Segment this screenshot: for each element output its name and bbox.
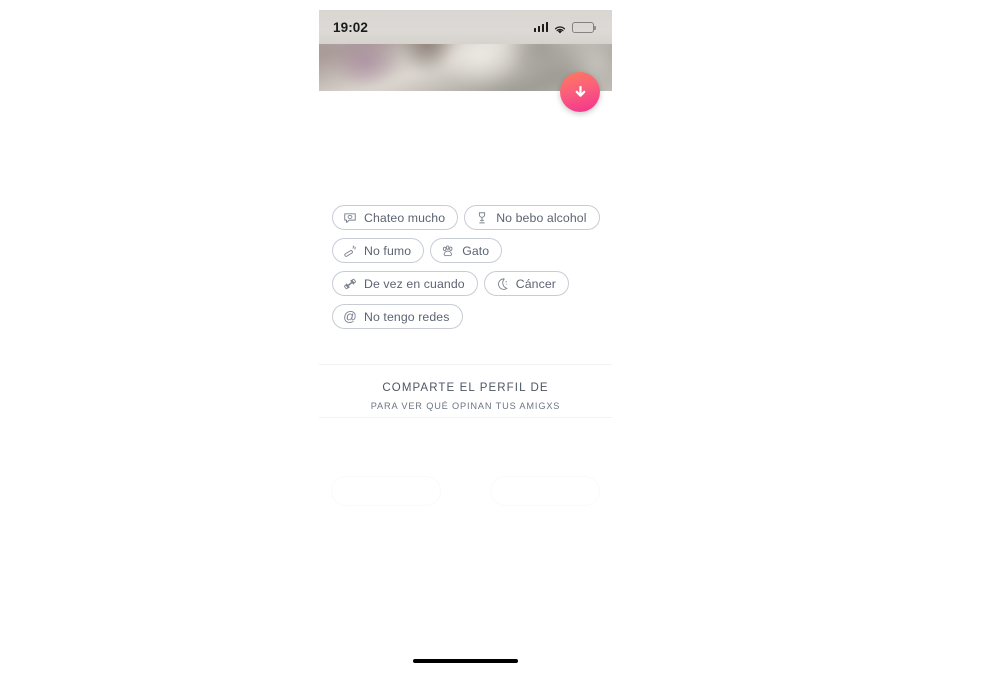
paw-print-icon [443,244,453,256]
tag-no-fumo[interactable]: No fumo [332,238,425,263]
tag-gato[interactable]: Gato [430,238,503,263]
arrow-down-icon [575,85,585,97]
status-bar: 19:02 [319,10,612,44]
wifi-icon [553,22,567,34]
section-divider-top [319,364,612,365]
tag-label: De vez en cuando [364,276,465,291]
moon-icon [497,277,508,290]
at-sign-icon: @ [343,308,357,324]
tag-cancer[interactable]: Cáncer [483,271,569,296]
dumbbell-icon [344,278,356,289]
tag-de-vez-en-cuando[interactable]: De vez en cuando [332,271,478,296]
share-profile-title: COMPARTE EL PERFIL DE [382,382,549,394]
clipped-action-button-left[interactable] [331,476,441,506]
clipped-action-buttons-row [319,476,612,506]
status-bar-icons [533,21,596,34]
clipped-action-button-right[interactable] [490,476,600,506]
cocktail-glass-icon [479,211,486,223]
tag-label: Cáncer [515,276,556,291]
profile-tags-list: Chateo mucho No bebo alcohol No fumo Gat… [332,205,600,329]
tag-label: Gato [462,243,490,258]
section-divider-bottom [319,417,612,418]
tag-no-tengo-redes[interactable]: @ No tengo redes [332,304,463,329]
phone-viewport: 19:02 Chateo mucho No bebo alcohol No fu… [319,10,612,691]
share-profile-subtitle: PARA VER QUÉ OPINAN TUS AMIGXS [370,401,561,411]
tag-label: Chateo mucho [364,210,446,225]
scroll-down-button[interactable] [560,72,600,112]
tag-label: No bebo alcohol [496,210,587,225]
tag-label: No fumo [364,243,412,258]
cellular-signal-icon [533,22,548,32]
share-profile-section: COMPARTE EL PERFIL DE PARA VER QUÉ OPINA… [319,380,612,413]
tag-label: No tengo redes [364,309,450,324]
cigarette-icon [344,245,356,257]
home-indicator[interactable] [413,659,518,663]
battery-icon [572,21,596,33]
screenshot-canvas: 19:02 Chateo mucho No bebo alcohol No fu… [0,0,1000,700]
chat-bubble-icon [344,212,356,223]
status-bar-clock: 19:02 [333,19,369,35]
tag-chateo-mucho[interactable]: Chateo mucho [332,205,459,230]
tag-no-bebo-alcohol[interactable]: No bebo alcohol [464,205,600,230]
